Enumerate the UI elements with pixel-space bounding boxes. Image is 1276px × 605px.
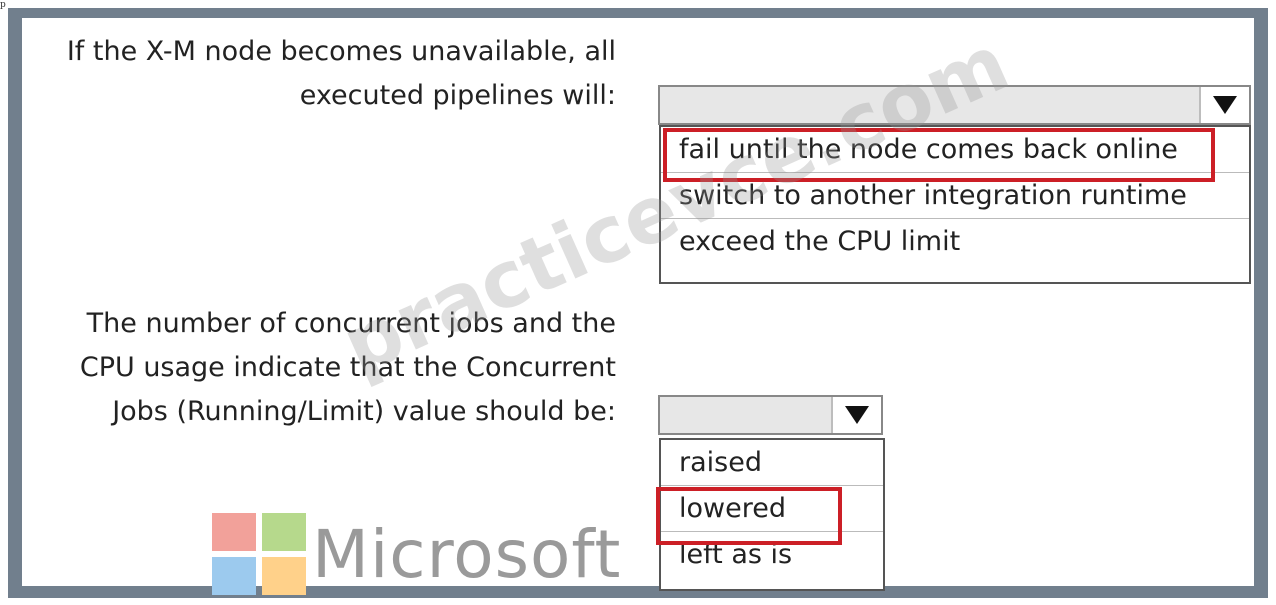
dropdown-button[interactable]: [1199, 87, 1249, 123]
page-marker: p: [0, 0, 6, 10]
selected-answer-highlight: [656, 487, 842, 545]
question-1-text: If the X-M node becomes unavailable, all…: [67, 30, 616, 118]
option-raised[interactable]: raised: [661, 440, 883, 486]
chevron-down-icon: [845, 406, 869, 424]
question-2-line-1: The number of concurrent jobs and the: [86, 308, 616, 339]
question-2-dropdown[interactable]: [658, 395, 883, 435]
microsoft-logo-icon: [212, 513, 306, 595]
question-2-line-2: CPU usage indicate that the Concurrent: [79, 352, 616, 383]
question-1-dropdown[interactable]: [658, 85, 1251, 125]
option-exceed-cpu[interactable]: exceed the CPU limit: [661, 219, 1249, 265]
selected-answer-highlight: [663, 128, 1215, 182]
dropdown-button[interactable]: [831, 397, 881, 433]
question-2-line-3: Jobs (Running/Limit) value should be:: [112, 396, 616, 427]
question-1-line-2: executed pipelines will:: [299, 80, 616, 111]
question-2-text: The number of concurrent jobs and the CP…: [80, 302, 616, 434]
microsoft-wordmark: Microsoft: [312, 516, 622, 593]
question-1-line-1: If the X-M node becomes unavailable, all: [66, 36, 616, 67]
chevron-down-icon: [1213, 96, 1237, 114]
